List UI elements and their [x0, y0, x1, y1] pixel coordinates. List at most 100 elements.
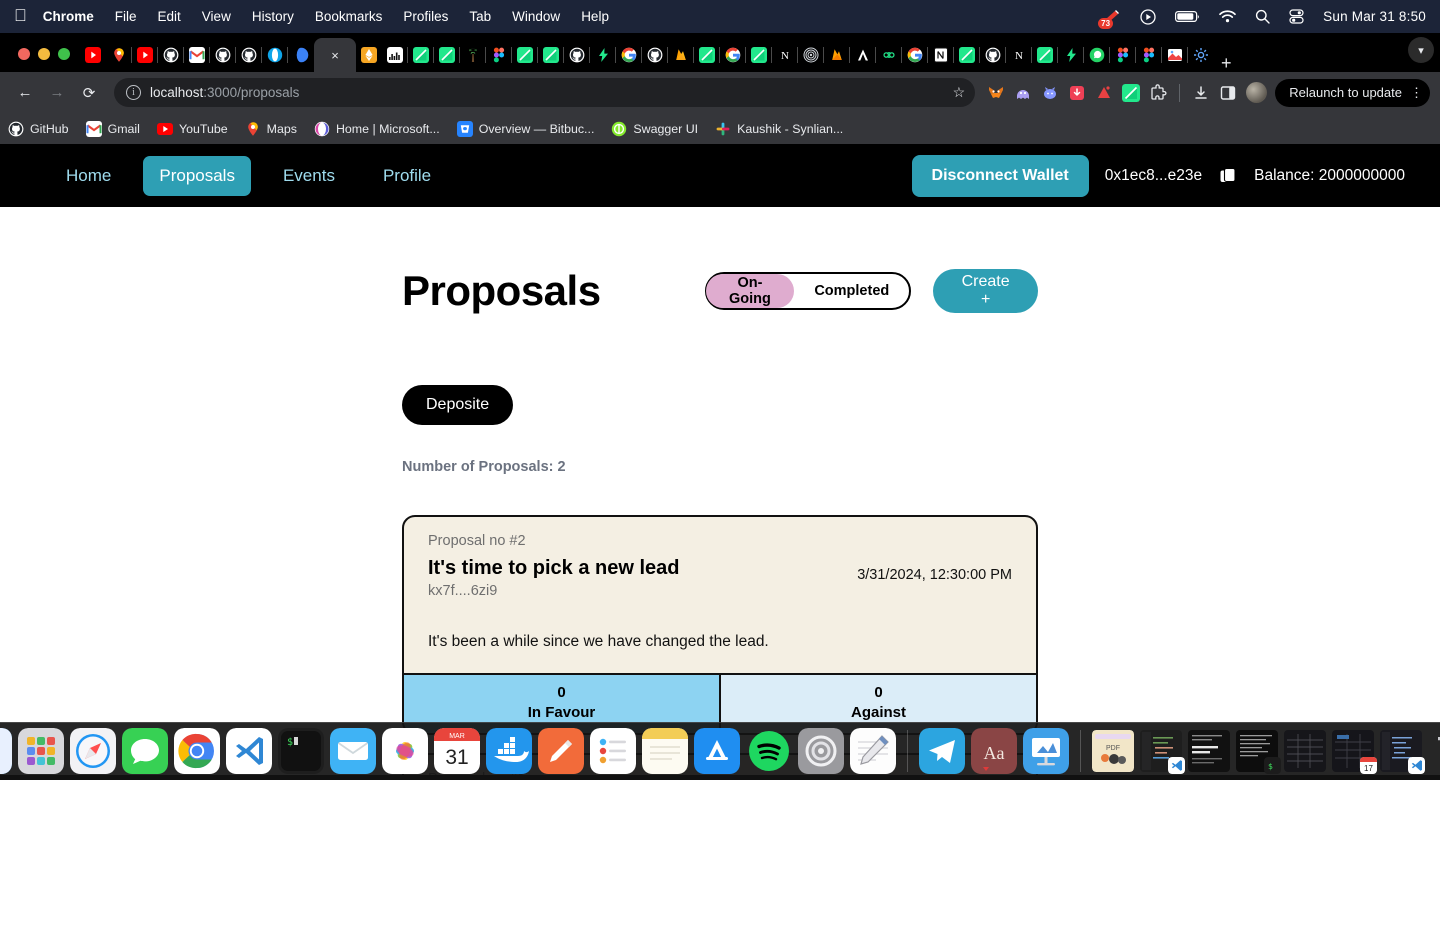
metamask-icon[interactable]: [987, 84, 1005, 102]
browser-tab[interactable]: [902, 38, 928, 72]
dock-item-calendar[interactable]: MAR 31: [434, 728, 480, 780]
dock-minimized-spreadsheet-window[interactable]: [1284, 730, 1326, 772]
minimize-window-button[interactable]: [38, 48, 50, 60]
new-tab-button[interactable]: +: [1214, 54, 1239, 72]
menu-profiles[interactable]: Profiles: [403, 9, 448, 24]
menu-history[interactable]: History: [252, 9, 294, 24]
dock-item-messages[interactable]: [122, 728, 168, 774]
address-bar[interactable]: i localhost:3000/proposals ☆: [114, 78, 976, 107]
browser-tab[interactable]: [262, 38, 288, 72]
dock-minimized-calendar-window[interactable]: 17: [1332, 730, 1377, 774]
reload-icon[interactable]: ⟳: [74, 78, 104, 108]
copy-icon[interactable]: [1218, 166, 1238, 186]
nav-link-home[interactable]: Home: [50, 156, 127, 196]
browser-tab[interactable]: [564, 38, 590, 72]
menu-bookmarks[interactable]: Bookmarks: [315, 9, 383, 24]
browser-tab[interactable]: N: [772, 38, 798, 72]
browser-tab[interactable]: [824, 38, 850, 72]
profile-avatar-icon[interactable]: [1246, 82, 1268, 103]
pocket-icon[interactable]: [1068, 84, 1086, 102]
browser-tab[interactable]: [720, 38, 746, 72]
browser-tab[interactable]: [876, 38, 902, 72]
bookmark-swagger-ui[interactable]: Swagger UI: [611, 121, 698, 137]
bookmark-star-icon[interactable]: ☆: [953, 84, 966, 101]
create-proposal-button[interactable]: Create +: [933, 269, 1038, 313]
filter-completed-button[interactable]: Completed: [794, 274, 909, 308]
dock-item-system-settings[interactable]: [798, 728, 844, 780]
bookmark-microsoft-home[interactable]: Home | Microsoft...: [314, 121, 440, 137]
menubar-clock[interactable]: Sun Mar 31 8:50: [1323, 9, 1426, 24]
menu-view[interactable]: View: [202, 9, 231, 24]
dock-minimized-code-window[interactable]: [1380, 730, 1425, 774]
active-browser-tab[interactable]: ×: [314, 38, 356, 72]
dock-item-trash[interactable]: [1428, 728, 1440, 774]
battery-icon[interactable]: [1175, 10, 1200, 23]
bookmark-bitbucket-overview[interactable]: Overview — Bitbuc...: [456, 120, 594, 137]
browser-tab[interactable]: [408, 38, 434, 72]
notification-bell-icon[interactable]: 73: [1098, 9, 1121, 29]
browser-tab[interactable]: [954, 38, 980, 72]
browser-tab[interactable]: [694, 38, 720, 72]
browser-tab[interactable]: [616, 38, 642, 72]
dock-item-reminders[interactable]: [590, 728, 636, 774]
puzzle-extensions-icon[interactable]: [1149, 83, 1167, 102]
browser-tab[interactable]: [210, 38, 236, 72]
relaunch-to-update-button[interactable]: Relaunch to update ⋮: [1275, 78, 1430, 107]
close-window-button[interactable]: [18, 48, 30, 60]
nav-link-events[interactable]: Events: [267, 156, 351, 196]
browser-tab[interactable]: [106, 38, 132, 72]
bookmark-github[interactable]: GitHub: [8, 121, 69, 137]
wifi-icon[interactable]: [1219, 10, 1237, 23]
dock-item-spotify[interactable]: [746, 728, 792, 780]
dock-item-chrome[interactable]: [174, 728, 220, 780]
search-icon[interactable]: [1255, 9, 1270, 24]
bookmark-gmail[interactable]: Gmail: [85, 120, 140, 137]
dock-item-dictionary[interactable]: Aa: [971, 728, 1017, 780]
dock-item-telegram[interactable]: [919, 728, 965, 780]
menu-app-name[interactable]: Chrome: [43, 9, 94, 24]
browser-tab[interactable]: [236, 38, 262, 72]
browser-tab[interactable]: [132, 38, 158, 72]
browser-tab[interactable]: [80, 38, 106, 72]
menu-tab[interactable]: Tab: [469, 9, 491, 24]
rabby-icon[interactable]: [1041, 84, 1059, 102]
browser-tab[interactable]: [590, 38, 616, 72]
disconnect-wallet-button[interactable]: Disconnect Wallet: [911, 154, 1089, 197]
proposal-card[interactable]: Proposal no #2 It's time to pick a new l…: [402, 515, 1038, 735]
browser-tab[interactable]: [928, 38, 954, 72]
dock-item-photos[interactable]: [382, 728, 428, 774]
control-center-icon[interactable]: [1289, 9, 1304, 24]
browser-tab[interactable]: [356, 38, 382, 72]
close-tab-icon[interactable]: ×: [331, 49, 339, 62]
bookmark-youtube[interactable]: YouTube: [156, 121, 228, 137]
browser-tab[interactable]: [746, 38, 772, 72]
browser-tab[interactable]: [158, 38, 184, 72]
dock-item-app-store[interactable]: [694, 728, 740, 774]
browser-tab[interactable]: [798, 38, 824, 72]
dock-item-terminal[interactable]: $: [278, 728, 324, 780]
dock-minimized-terminal-window[interactable]: [1188, 730, 1230, 772]
back-arrow-icon[interactable]: ←: [10, 78, 40, 108]
dock-item-finder[interactable]: [0, 728, 12, 774]
nav-link-proposals[interactable]: Proposals: [143, 155, 251, 196]
apple-logo-icon[interactable]: : [14, 7, 27, 24]
browser-tab[interactable]: [850, 38, 876, 72]
vercel-green-icon[interactable]: [1122, 83, 1141, 102]
browser-tab[interactable]: [1136, 38, 1162, 72]
dock-item-launchpad[interactable]: [18, 728, 64, 774]
dock-item-vscode[interactable]: [226, 728, 272, 780]
kebab-menu-icon[interactable]: ⋮: [1410, 85, 1423, 101]
nav-link-profile[interactable]: Profile: [367, 156, 447, 196]
side-panel-icon[interactable]: [1219, 84, 1237, 102]
dock-minimized-vscode-window[interactable]: [1140, 730, 1185, 774]
menu-file[interactable]: File: [115, 9, 137, 24]
browser-tab[interactable]: [1188, 38, 1214, 72]
dock-minimized-terminal-window[interactable]: $: [1236, 730, 1281, 774]
browser-tab[interactable]: [1162, 38, 1188, 72]
dock-item-safari[interactable]: [70, 728, 116, 774]
browser-tab[interactable]: [980, 38, 1006, 72]
browser-tab[interactable]: [512, 38, 538, 72]
chevron-down-icon[interactable]: ▾: [1408, 37, 1434, 63]
browser-tab[interactable]: [288, 38, 314, 72]
filter-ongoing-button[interactable]: On-Going: [705, 274, 795, 308]
